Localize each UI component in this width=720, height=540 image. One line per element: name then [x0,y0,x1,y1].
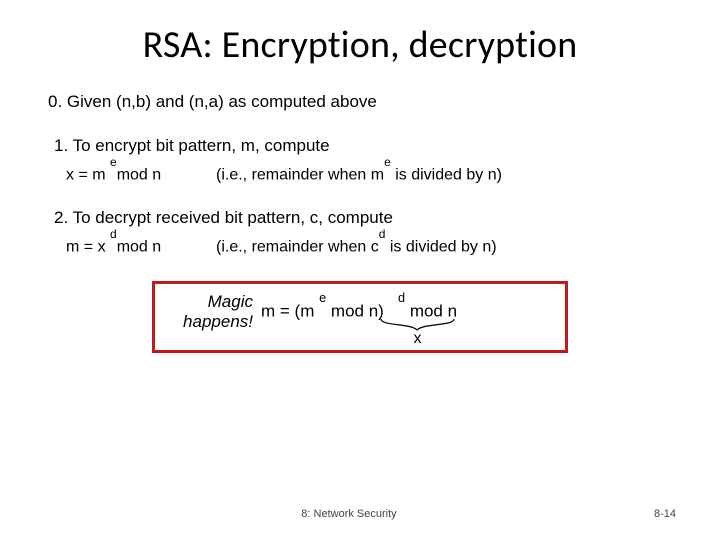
magic-label-line1: Magic [208,292,253,311]
footer: 8: Network Security 8-14 [0,508,720,520]
step2-formula-post: mod n [117,239,161,256]
step-2-heading: 2. To decrypt received bit pattern, c, c… [44,208,676,228]
step1-formula-pre: x = m [66,166,110,183]
magic-label: Magic happens! [167,292,253,333]
magic-formula-part2: mod n) [326,301,384,320]
step-0: 0. Given (n,b) and (n,a) as computed abo… [44,92,676,112]
magic-formula-sup2: d [398,290,405,305]
step1-formula-post: mod n [117,166,161,183]
magic-formula-part1: m = (m [261,301,319,320]
slide-title: RSA: Encryption, decryption [44,22,676,68]
step2-remainder-pre: (i.e., remainder when c [216,239,379,256]
magic-formula-sup1: e [319,290,326,305]
step-1-detail: x = m emod n (i.e., remainder when me is… [44,162,676,184]
step1-remainder-post: is divided by n) [391,166,502,183]
step1-remainder-pre: (i.e., remainder when m [216,166,384,183]
footer-center: 8: Network Security [301,508,396,520]
step1-remainder-sup: e [384,155,391,169]
magic-box: Magic happens! m = (m e mod n) d mod n x [152,281,568,353]
step2-formula-sup: d [110,227,117,241]
step-2-detail: m = x dmod n (i.e., remainder when cd is… [44,234,676,256]
step2-remainder-post: is divided by n) [385,239,496,256]
underbrace: x [380,318,455,344]
underbrace-label: x [380,334,455,344]
step2-formula-pre: m = x [66,239,110,256]
footer-page-number: 8-14 [654,508,676,520]
step1-formula-sup: e [110,155,117,169]
magic-label-line2: happens! [183,312,253,331]
step-1-heading: 1. To encrypt bit pattern, m, compute [44,136,676,156]
step2-remainder-sup: d [379,227,386,241]
